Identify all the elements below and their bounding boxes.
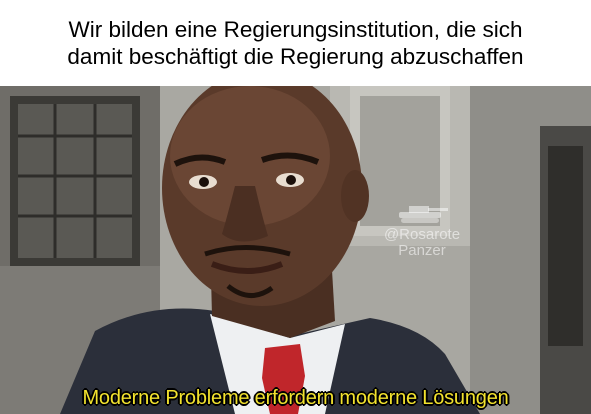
- bottom-caption: Moderne Probleme erfordern moderne Lösun…: [82, 387, 509, 409]
- tank-icon: [399, 206, 448, 223]
- watermark-handle: @Rosarote: [383, 226, 461, 243]
- man-in-suit-photo: [0, 86, 591, 414]
- meme: Wir bilden eine Regierungsinstitution, d…: [0, 0, 591, 414]
- top-caption-line-1: Wir bilden eine Regierungsinstitution, d…: [68, 17, 523, 42]
- watermark-name: Panzer: [398, 242, 446, 259]
- watermark: @Rosarote Panzer: [372, 202, 472, 259]
- meme-photo: @Rosarote Panzer: [0, 86, 591, 414]
- top-caption-line-2: damit beschäftigt die Regierung abzuscha…: [67, 44, 524, 69]
- top-caption: Wir bilden eine Regierungsinstitution, d…: [0, 0, 591, 86]
